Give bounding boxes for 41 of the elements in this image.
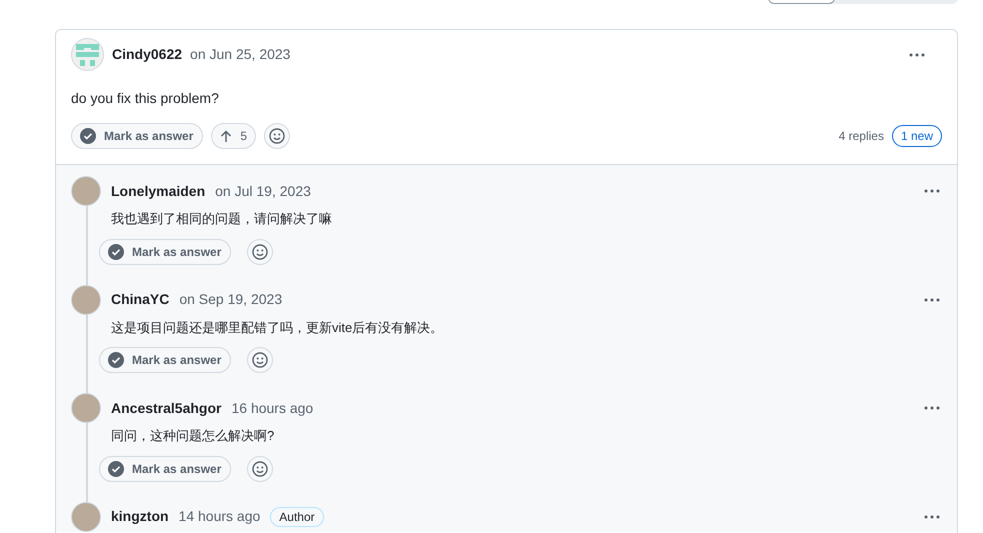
check-circle-icon xyxy=(108,460,124,476)
avatar-icon xyxy=(71,38,104,71)
author-name[interactable]: Lonelymaiden xyxy=(111,180,206,202)
reply-time[interactable]: 14 hours ago xyxy=(178,506,260,527)
reply-text: 这是项目问题还是哪里配错了吗，更新vite后有没有解决。 xyxy=(111,318,444,336)
smiley-icon xyxy=(252,244,268,260)
more-icon xyxy=(924,406,940,410)
arrow-up-icon xyxy=(220,130,232,142)
check-circle-icon xyxy=(108,244,124,260)
replies-count[interactable]: 4 replies xyxy=(838,127,884,145)
more-icon xyxy=(909,52,925,56)
author-name[interactable]: ChinaYC xyxy=(111,289,170,310)
check-circle-icon xyxy=(108,352,124,368)
reply-text: 我也遇到了相同的问题，请问解决了嘛 xyxy=(111,210,333,228)
add-reaction-button[interactable] xyxy=(247,238,274,264)
author-name[interactable]: Ancestral5ahgor xyxy=(111,398,222,418)
more-icon xyxy=(924,189,940,193)
more-icon xyxy=(924,514,940,518)
smiley-icon xyxy=(252,352,268,368)
reply-time[interactable]: on Jul 19, 2023 xyxy=(215,180,311,202)
smiley-icon xyxy=(269,128,286,144)
mark-as-answer-button[interactable]: Mark as answer xyxy=(71,123,204,149)
author-name[interactable]: kingzton xyxy=(111,506,169,527)
new-badge[interactable]: 1 new xyxy=(892,125,942,147)
post-time[interactable]: on Jun 25, 2023 xyxy=(190,44,290,65)
comment-text: do you fix this problem? xyxy=(71,89,220,108)
mark-as-answer-button[interactable]: Mark as answer xyxy=(99,238,232,264)
upvote-button[interactable]: 5 xyxy=(211,123,256,149)
reply-time[interactable]: on Sep 19, 2023 xyxy=(179,289,282,310)
mark-as-answer-button[interactable]: Mark as answer xyxy=(99,456,232,482)
smiley-icon xyxy=(252,460,268,476)
add-reaction-button[interactable] xyxy=(247,456,274,482)
reply-time[interactable]: 16 hours ago xyxy=(231,398,314,418)
author-name[interactable]: Cindy0622 xyxy=(112,44,182,65)
add-reaction-button[interactable] xyxy=(247,347,274,373)
add-reaction-button[interactable] xyxy=(264,123,290,149)
more-icon xyxy=(924,298,940,302)
author-badge: Author xyxy=(270,506,324,526)
mark-as-answer-button[interactable]: Mark as answer xyxy=(99,347,232,373)
reply-text: 同问，这种问题怎么解决啊? xyxy=(111,427,276,445)
check-circle-icon xyxy=(80,128,96,144)
